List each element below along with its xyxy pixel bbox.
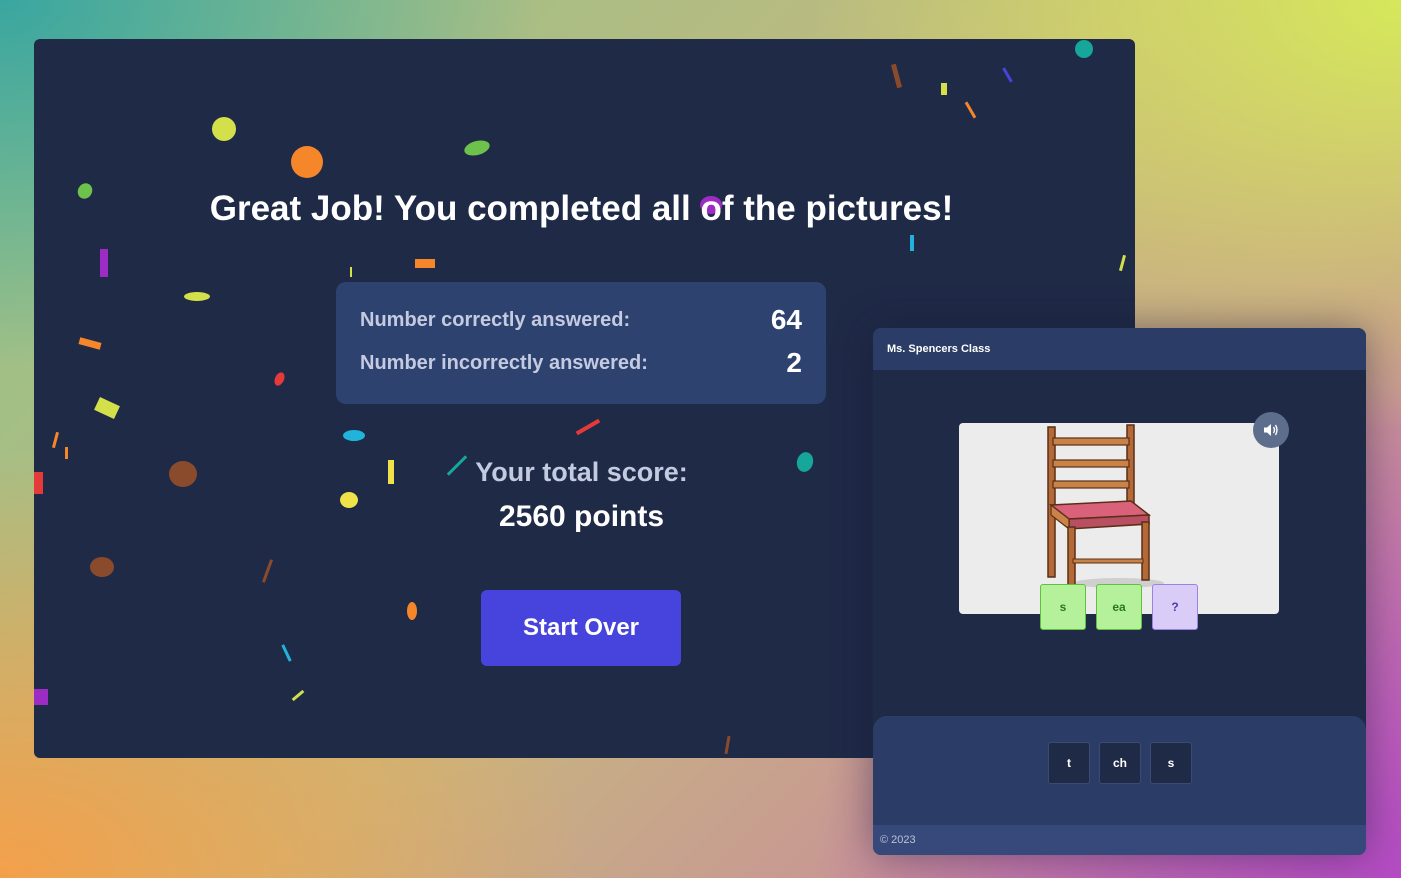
confetti-strip [291, 689, 305, 702]
confetti-strip [415, 259, 435, 268]
sound-button[interactable] [1253, 412, 1289, 448]
speaker-icon [1264, 424, 1278, 436]
confetti-dot [272, 370, 287, 388]
confetti-strip [941, 83, 947, 95]
confetti-strip [1002, 67, 1013, 83]
choice-tile-1[interactable]: t [1048, 742, 1090, 784]
answer-tile-2[interactable]: ea [1096, 584, 1142, 630]
confetti-dot [407, 602, 417, 620]
confetti-dot [462, 137, 492, 159]
confetti-strip [910, 235, 914, 251]
choice-tile-2[interactable]: ch [1099, 742, 1141, 784]
confetti-strip [261, 559, 274, 583]
quiz-footer: © 2023 [873, 825, 1366, 855]
confetti-strip [51, 431, 60, 449]
confetti-dot [212, 117, 236, 141]
confetti-dot [1075, 40, 1093, 58]
choice-tile-3[interactable]: s [1150, 742, 1192, 784]
confetti-strip [724, 735, 731, 755]
answer-tile-1[interactable]: s [1040, 584, 1086, 630]
confetti-dot [90, 557, 114, 577]
answer-tile-3[interactable]: ? [1152, 584, 1198, 630]
completion-headline: Great Job! You completed all of the pict… [209, 189, 954, 228]
class-name: Ms. Spencers Class [887, 343, 991, 355]
confetti-strip [1118, 254, 1127, 272]
confetti-strip [350, 267, 352, 277]
choice-tray: t ch s [873, 716, 1366, 826]
stats-card: Number correctly answered: 64 Number inc… [336, 282, 826, 404]
confetti-strip [575, 418, 601, 436]
start-over-button[interactable]: Start Over [481, 590, 681, 666]
confetti-strip [964, 101, 977, 119]
chair-image [1047, 424, 1164, 588]
copyright-text: © 2023 [880, 834, 916, 846]
confetti-strip [94, 397, 120, 419]
confetti-strip [34, 689, 48, 705]
confetti-strip [890, 63, 903, 89]
correct-label: Number correctly answered: [360, 308, 631, 331]
confetti-dot [184, 292, 210, 301]
confetti-strip [78, 337, 102, 350]
incorrect-value: 2 [786, 347, 802, 378]
quiz-header: Ms. Spencers Class [873, 328, 1366, 370]
confetti-strip [281, 644, 292, 662]
quiz-window: Ms. Spencers Class s ea ? t ch s © 2023 [873, 328, 1366, 855]
incorrect-stat-row: Number incorrectly answered: 2 [360, 347, 802, 379]
correct-stat-row: Number correctly answered: 64 [360, 304, 802, 336]
confetti-dot [291, 146, 323, 178]
confetti-strip [100, 249, 108, 277]
correct-value: 64 [770, 304, 802, 335]
incorrect-label: Number incorrectly answered: [360, 351, 648, 374]
confetti-dot [343, 430, 365, 441]
